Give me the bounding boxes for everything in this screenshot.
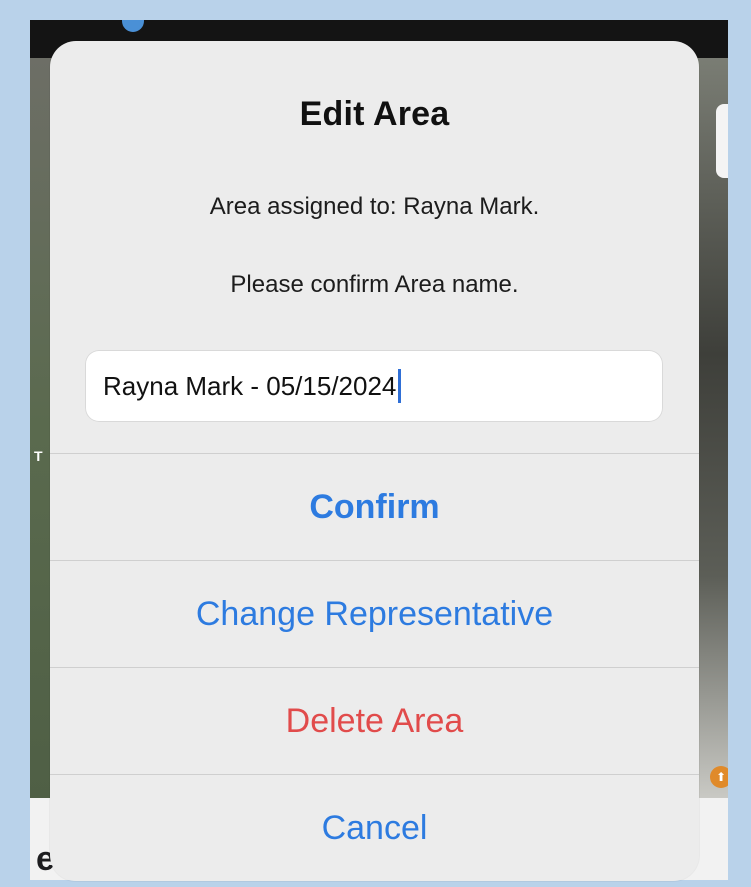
map-edge-left: [30, 58, 52, 798]
edit-area-dialog: Edit Area Area assigned to: Rayna Mark. …: [50, 41, 699, 881]
location-dot-icon: [122, 20, 144, 32]
confirm-button[interactable]: Confirm: [50, 453, 699, 560]
dialog-title: Edit Area: [299, 95, 450, 133]
cancel-button[interactable]: Cancel: [50, 774, 699, 881]
change-representative-button[interactable]: Change Representative: [50, 560, 699, 667]
delete-area-button[interactable]: Delete Area: [50, 667, 699, 774]
map-pin-icon[interactable]: ⬆: [710, 766, 728, 788]
area-name-field[interactable]: Rayna Mark - 05/15/2024: [85, 350, 663, 422]
area-name-value: Rayna Mark - 05/15/2024: [103, 370, 397, 401]
text-cursor: [398, 369, 402, 403]
map-label: T: [34, 448, 43, 464]
confirm-message: Please confirm Area name.: [230, 271, 519, 298]
map-control-button[interactable]: [716, 104, 728, 178]
assigned-message: Area assigned to: Rayna Mark.: [209, 193, 540, 220]
